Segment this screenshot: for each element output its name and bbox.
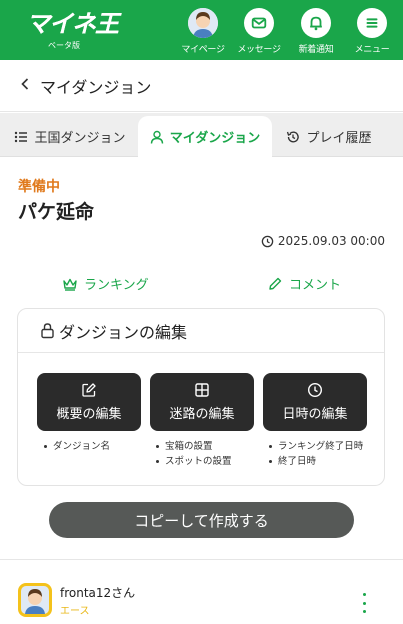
chevron-left-icon [20,75,30,96]
avatar-icon [188,8,218,38]
more-options-icon[interactable] [356,593,372,613]
edit-card-title: ダンジョンの編集 [59,322,188,342]
edit-schedule-button[interactable]: 日時の編集 [263,373,367,431]
comment-label: コメント [289,278,342,293]
status-badge: 準備中 [18,179,60,195]
tab-kingdom-dungeon[interactable]: 王国ダンジョン [6,116,134,157]
schedule-bullet-list: ランキング終了日時 終了日時 [269,439,363,469]
list-item: スポットの設置 [156,454,232,469]
button-label: 迷路の編集 [169,407,235,422]
nav-mypage[interactable]: マイページ [176,8,230,55]
copy-create-button[interactable]: コピーして作成する [49,502,354,538]
ranking-label: ランキング [84,278,149,293]
user-row: fronta12さん エース [0,560,403,624]
nav-menu[interactable]: メニュー [345,8,399,55]
crown-icon [63,278,77,291]
dungeon-datetime: 2025.09.03 00:00 [261,234,385,248]
nav-messages-label: メッセージ [237,45,281,55]
user-rank: エース [60,606,90,617]
nav-mypage-label: マイページ [181,45,225,55]
edit-overview-button[interactable]: 概要の編集 [37,373,141,431]
app-header: マイネ王 ベータ版 マイページ メッセージ 新着通知 メニュー [0,0,403,60]
list-item: ランキング終了日時 [269,439,363,454]
bell-icon [301,8,331,38]
comment-link[interactable]: コメント [267,274,341,293]
button-label: 概要の編集 [56,407,122,422]
grid-icon [195,383,209,397]
overview-bullet-list: ダンジョン名 [44,439,110,454]
logo-text: マイネ王 [26,10,119,38]
user-icon [150,130,163,144]
history-icon [287,130,300,142]
list-icon [15,131,28,142]
tab-play-history[interactable]: プレイ履歴 [276,116,382,157]
user-name[interactable]: fronta12さん [60,584,135,601]
mail-icon [244,8,274,38]
tab-label: 王国ダンジョン [34,131,126,146]
pencil-icon [269,277,282,290]
edit-icon [82,383,96,397]
edit-maze-button[interactable]: 迷路の編集 [150,373,254,431]
list-item: 終了日時 [269,454,363,469]
tab-my-dungeon[interactable]: マイダンジョン [138,116,272,157]
datetime-text: 2025.09.03 00:00 [277,234,385,248]
dungeon-name: パケ延命 [18,201,95,223]
logo-subtitle: ベータ版 [48,41,80,50]
main-panel: マイダンジョン 王国ダンジョン マイダンジョン プレイ履歴 準備中 パケ延命 2… [0,60,403,624]
menu-icon [357,8,387,38]
clock-icon [261,235,274,247]
list-item: 宝箱の設置 [156,439,232,454]
nav-notifications-label: 新着通知 [298,45,334,55]
button-label: 日時の編集 [282,407,348,422]
tab-label: マイダンジョン [169,131,261,146]
tab-bar: 王国ダンジョン マイダンジョン プレイ履歴 [0,113,403,157]
nav-menu-label: メニュー [354,45,390,55]
list-item: ダンジョン名 [44,439,110,454]
clock-icon [307,382,323,398]
dungeon-edit-card: ダンジョンの編集 概要の編集 迷路の編集 日時の編集 ダンジョン名 宝箱の設置 … [17,308,385,486]
nav-notifications[interactable]: 新着通知 [289,8,343,55]
edit-card-header: ダンジョンの編集 [18,309,384,353]
lock-icon [41,323,54,339]
avatar[interactable] [18,583,52,617]
maze-bullet-list: 宝箱の設置 スポットの設置 [156,439,232,469]
tab-label: プレイ履歴 [306,131,372,146]
back-navigation[interactable]: マイダンジョン [0,60,403,112]
nav-messages[interactable]: メッセージ [232,8,286,55]
ranking-link[interactable]: ランキング [62,274,149,293]
site-logo[interactable]: マイネ王 ベータ版 [26,10,119,50]
page-title: マイダンジョン [40,77,152,97]
